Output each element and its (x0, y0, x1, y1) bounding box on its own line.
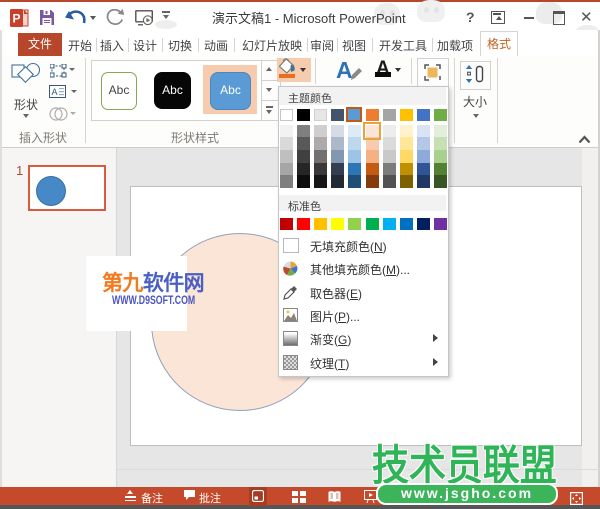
svg-text:A: A (52, 87, 58, 97)
svg-text:P: P (13, 12, 21, 26)
